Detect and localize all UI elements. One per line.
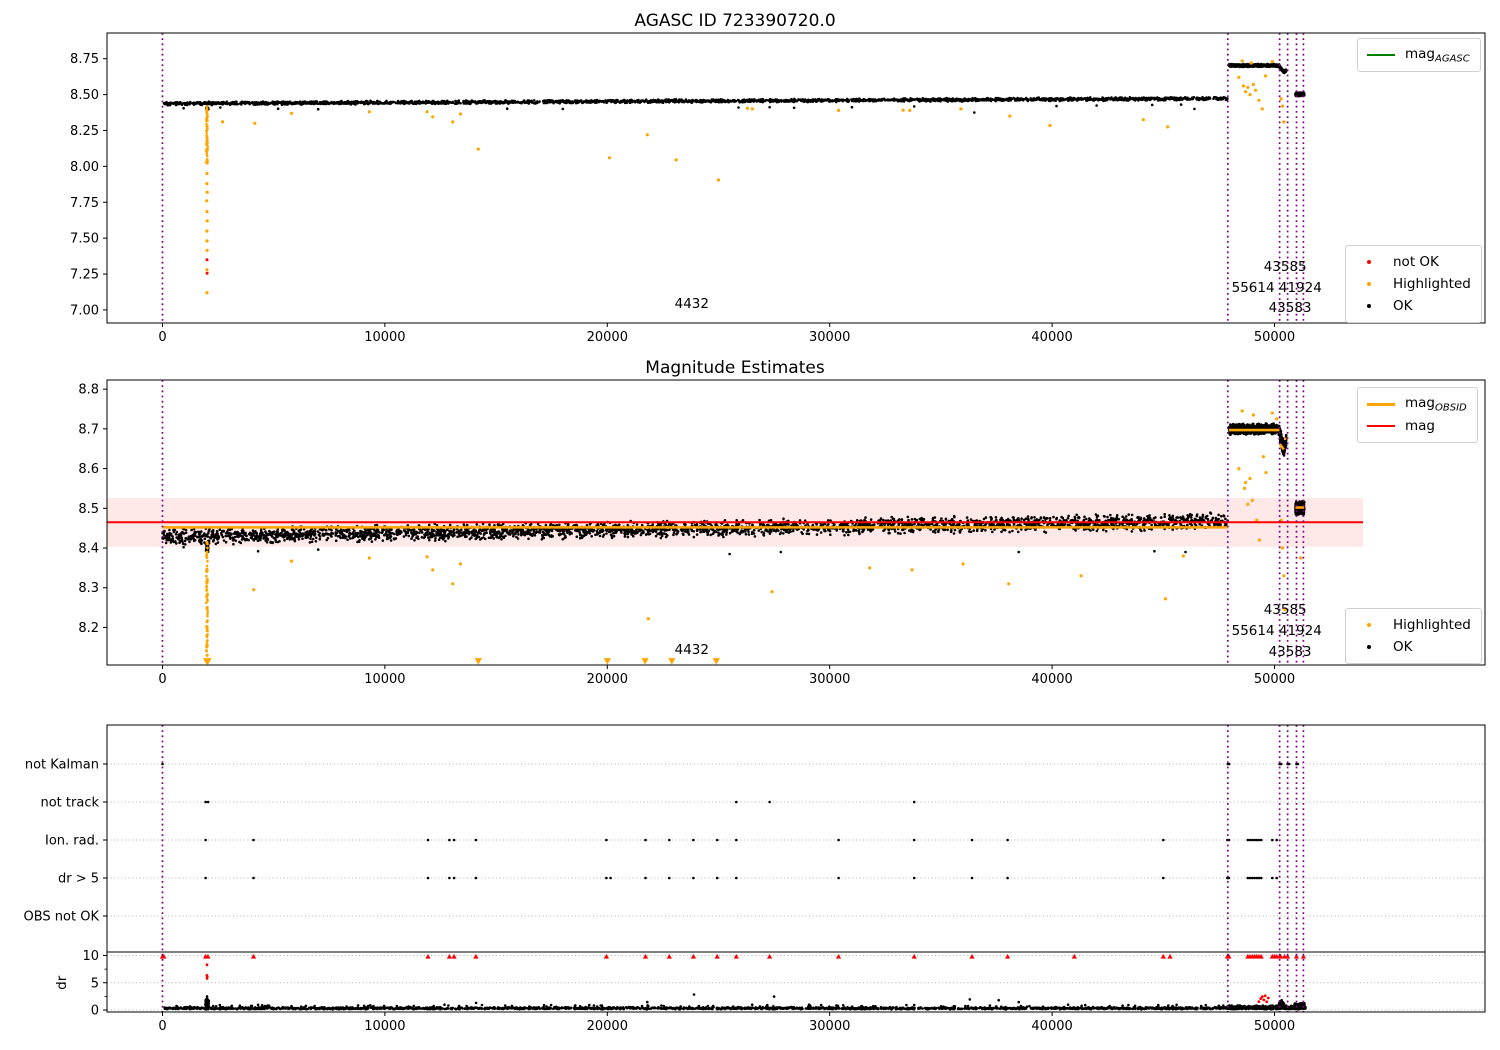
x-tick-label: 10000 (364, 672, 405, 687)
flag-row-label: dr > 5 (58, 872, 99, 887)
legend-dot-icon (1354, 623, 1384, 627)
mag-top-plot-area (162, 59, 1306, 295)
legend-entry: Highlighted (1354, 614, 1471, 636)
x-tick-label: 40000 (1031, 330, 1072, 345)
legend-line-swatch (1366, 425, 1396, 427)
legend-label: magOBSID (1405, 394, 1467, 414)
highlighted-streak (205, 105, 209, 165)
flag-row-label: not Kalman (25, 758, 99, 773)
x-tick-label: 0 (158, 330, 166, 345)
y-tick-label: 8.8 (78, 383, 99, 398)
mag-top-obsid-vlines (161, 33, 1305, 323)
legend-label: Highlighted (1393, 617, 1471, 633)
legend-dot-icon (1354, 260, 1384, 264)
x-tick-label: 20000 (587, 672, 628, 687)
flag-and-dr-points (161, 762, 1307, 1011)
legend-entry: magOBSID (1366, 393, 1467, 415)
legend-top-markers: not OK Highlighted OK (1345, 245, 1482, 323)
legend-dot-icon (1354, 645, 1384, 649)
y-tick-label: 8.7 (78, 422, 99, 437)
highlighted-points (205, 59, 1286, 295)
highlighted-clipped-markers (203, 658, 720, 665)
flags-dr-plot-area (107, 762, 1485, 1011)
legend-label: not OK (1393, 254, 1439, 270)
y-tick-label: 8.3 (78, 581, 99, 596)
obsid-annotation: 43583 (1269, 300, 1312, 316)
obsid-annotation: 43585 (1264, 259, 1307, 275)
legend-label: OK (1393, 639, 1413, 655)
legend-line-swatch (1366, 54, 1396, 56)
y-tick-label: 8.25 (70, 124, 99, 139)
legend-entry: OK (1354, 295, 1471, 317)
y-tick-label: 8.6 (78, 462, 99, 477)
legend-label: mag (1405, 418, 1435, 434)
plots-canvas: 4358555614 419244358344320 10000 20000 3000… (24, 32, 1486, 1034)
legend-mid-markers: Highlighted OK (1345, 608, 1482, 664)
x-tick-label: 10000 (364, 1019, 405, 1034)
legend-dot-icon (1354, 282, 1384, 286)
ok-points (162, 62, 1306, 114)
legend-entry: not OK (1354, 251, 1471, 273)
x-tick-label: 30000 (809, 330, 850, 345)
obsid-annotation: 4432 (675, 642, 709, 658)
y-tick-label: 8.4 (78, 542, 99, 557)
mag-estimates-annotations: 43585 55614 41924 43583 4432 (675, 602, 1322, 660)
flags-dr-axes: 0 10000 20000 30000 40000 50000 not Kalman not … (24, 724, 1486, 1034)
x-tick-label: 30000 (809, 1019, 850, 1034)
y-tick-label: 7.00 (70, 303, 99, 318)
y-tick-label: 7.25 (70, 268, 99, 283)
obsid-annotation: 43583 (1269, 644, 1312, 660)
legend-label: Highlighted (1393, 276, 1471, 292)
dr-tick-label: 10 (82, 949, 99, 964)
legend-entry: Highlighted (1354, 273, 1471, 295)
legend-line-swatch (1366, 402, 1396, 406)
legend-entry: OK (1354, 636, 1471, 658)
figure-agasc-magnitude-report: AGASC ID 723390720.0 Magnitude Estimates… (0, 0, 1500, 1050)
x-tick-label: 30000 (809, 672, 850, 687)
obsid-annotation: 55614 41924 (1232, 623, 1322, 639)
x-tick-label: 10000 (364, 330, 405, 345)
x-tick-label: 50000 (1254, 672, 1295, 687)
x-tick-label: 40000 (1031, 1019, 1072, 1034)
dr-tick-label: 5 (91, 976, 99, 991)
legend-mag-obsid: magOBSID mag (1357, 387, 1478, 443)
legend-label: magAGASC (1405, 45, 1470, 65)
mag-top-annotations: 43585 55614 41924 43583 4432 (675, 259, 1322, 316)
legend-mag-agasc: magAGASC (1357, 38, 1481, 72)
obsid-annotation: 4432 (675, 296, 709, 312)
obsid-annotation: 55614 41924 (1232, 280, 1322, 296)
legend-label: OK (1393, 298, 1413, 314)
legend-dot-icon (1354, 304, 1384, 308)
obsid-annotation: 43585 (1264, 602, 1307, 618)
flags-dr-obsid-vlines (161, 725, 1305, 1012)
y-tick-label: 8.75 (70, 52, 99, 67)
flag-row-label: OBS not OK (24, 910, 100, 925)
x-tick-label: 40000 (1031, 672, 1072, 687)
x-tick-label: 20000 (587, 330, 628, 345)
not-ok-clipped-markers (159, 953, 1306, 959)
x-tick-label: 50000 (1254, 1019, 1295, 1034)
legend-entry: mag (1366, 415, 1467, 437)
x-tick-label: 20000 (587, 1019, 628, 1034)
y-tick-label: 7.50 (70, 232, 99, 247)
y-tick-label: 8.5 (78, 502, 99, 517)
not-ok-dr-points (205, 963, 1270, 1004)
flag-row-label: not track (40, 796, 99, 811)
legend-entry: magAGASC (1366, 44, 1470, 66)
x-tick-label: 0 (158, 672, 166, 687)
flag-row-label: Ion. rad. (45, 834, 99, 849)
y-tick-label: 8.50 (70, 88, 99, 103)
y-tick-label: 8.00 (70, 160, 99, 175)
y-tick-label: 7.75 (70, 196, 99, 211)
dr-axis-label: dr (54, 975, 70, 990)
highlighted-streak (205, 540, 209, 653)
dr-tick-label: 0 (91, 1004, 99, 1019)
mag-estimates-plot-area (107, 409, 1364, 665)
mag-top-axes: 0 10000 20000 30000 40000 50000 7.00 7.25 7.50 7.… (70, 32, 1486, 345)
x-tick-label: 50000 (1254, 330, 1295, 345)
y-tick-label: 8.2 (78, 621, 99, 636)
x-tick-label: 0 (158, 1019, 166, 1034)
